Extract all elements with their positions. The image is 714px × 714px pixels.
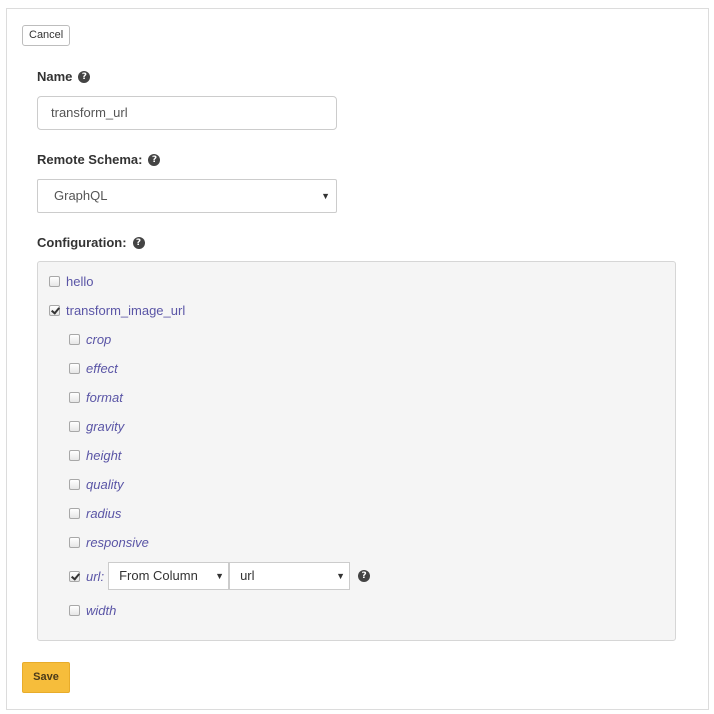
question-circle-icon[interactable]: ? [132, 236, 145, 249]
argument-row-gravity[interactable]: gravity [69, 419, 124, 434]
remote-schema-selected: GraphQL [54, 188, 108, 203]
name-label: Name ? [37, 69, 91, 84]
argument-name: height [86, 448, 122, 463]
caret-down-icon: ▼ [336, 571, 346, 581]
field-row-transform-image-url[interactable]: transform_image_url [49, 303, 185, 318]
save-button[interactable]: Save [22, 662, 70, 693]
cancel-button[interactable]: Cancel [22, 25, 71, 46]
name-input[interactable]: transform_url [37, 96, 337, 130]
column-select[interactable]: url ▼ [229, 562, 351, 590]
argument-row-height[interactable]: height [69, 448, 121, 463]
name-label-text: Name [37, 69, 73, 84]
remote-schema-select[interactable]: GraphQL ▼ [37, 179, 337, 213]
remote-schema-label-text: Remote Schema: [37, 152, 143, 167]
field-checkbox[interactable] [49, 276, 60, 287]
configuration-tree: hello transform_image_url crop effect fo… [37, 261, 676, 641]
value-source-selected: From Column [119, 568, 198, 583]
argument-name: crop [86, 332, 112, 347]
value-source-select[interactable]: From Column ▼ [108, 562, 230, 590]
argument-checkbox[interactable] [69, 421, 80, 432]
argument-checkbox[interactable] [69, 450, 80, 461]
column-selected: url [240, 568, 255, 583]
remote-relationship-panel: Cancel Name ? transform_url Remote Schem… [6, 8, 709, 710]
argument-name: gravity [86, 419, 125, 434]
caret-down-icon: ▼ [215, 571, 225, 581]
field-row-hello[interactable]: hello [49, 274, 93, 289]
argument-row-width[interactable]: width [69, 603, 116, 618]
configuration-label: Configuration: ? [37, 235, 145, 250]
argument-row-effect[interactable]: effect [69, 361, 118, 376]
configuration-label-text: Configuration: [37, 235, 127, 250]
argument-checkbox[interactable] [69, 537, 80, 548]
argument-name: url: [86, 568, 105, 584]
argument-row-radius[interactable]: radius [69, 506, 121, 521]
argument-row-quality[interactable]: quality [69, 477, 124, 492]
argument-row-responsive[interactable]: responsive [69, 535, 149, 550]
question-circle-icon[interactable]: ? [358, 570, 371, 582]
field-name: transform_image_url [66, 303, 186, 318]
field-name: hello [66, 274, 94, 289]
argument-checkbox[interactable] [69, 334, 80, 345]
argument-name: radius [86, 506, 122, 521]
argument-name: width [86, 603, 117, 618]
field-checkbox[interactable] [49, 305, 60, 316]
argument-name: format [86, 390, 123, 405]
argument-row-format[interactable]: format [69, 390, 123, 405]
argument-checkbox[interactable] [69, 479, 80, 490]
remote-schema-label: Remote Schema: ? [37, 152, 161, 167]
argument-name: quality [86, 477, 124, 492]
argument-row-url[interactable]: url: From Column ▼ url ▼ ? [69, 562, 371, 590]
argument-checkbox[interactable] [69, 363, 80, 374]
argument-row-crop[interactable]: crop [69, 332, 111, 347]
argument-name: effect [86, 361, 118, 376]
argument-checkbox[interactable] [69, 570, 80, 582]
argument-name: responsive [86, 535, 149, 550]
argument-checkbox[interactable] [69, 605, 80, 616]
question-circle-icon[interactable]: ? [148, 153, 161, 166]
question-circle-icon[interactable]: ? [78, 70, 91, 83]
argument-checkbox[interactable] [69, 508, 80, 519]
argument-checkbox[interactable] [69, 392, 80, 403]
caret-down-icon: ▼ [321, 191, 330, 201]
